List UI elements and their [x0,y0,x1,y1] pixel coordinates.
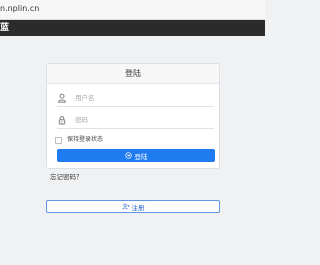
login-panel-title: 登陆 [47,64,219,84]
user-icon [58,93,66,103]
browser-address-bar[interactable]: n.nplin.cn [0,0,265,20]
forgot-password-link[interactable]: 忘记密码？ [50,172,83,182]
password-field[interactable] [57,113,214,129]
register-button[interactable]: 注册 [46,200,220,213]
remember-me[interactable]: 保持登录状态 [55,135,103,145]
username-input[interactable] [75,92,210,104]
top-navbar: 蓝 [0,20,265,36]
sign-in-icon [124,152,132,159]
username-field[interactable] [57,91,214,107]
password-input[interactable] [75,114,210,126]
login-button[interactable]: 登陆 [57,149,215,162]
login-panel: 登陆 保持登录状态 登陆 [46,63,220,169]
remember-label: 保持登录状态 [67,136,104,143]
register-button-label: 注册 [131,203,145,212]
navbar-brand[interactable]: 蓝 [0,22,9,34]
login-button-label: 登陆 [134,152,148,161]
url-text: n.nplin.cn [0,4,40,13]
remember-checkbox[interactable] [55,136,62,144]
lock-icon [58,116,66,125]
add-user-icon [121,203,129,210]
